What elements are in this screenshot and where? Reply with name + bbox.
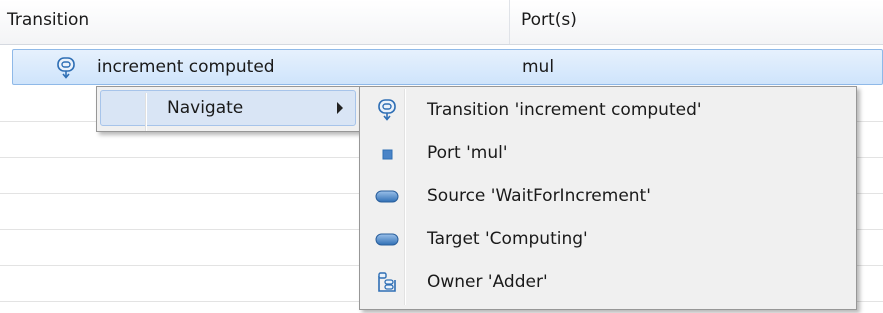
submenu-item-label: Owner 'Adder' [427,272,548,292]
submenu-item-label: Target 'Computing' [427,229,588,249]
submenu-item-port[interactable]: Port 'mul' [363,132,853,174]
transition-table: Transition Port(s) increment computed mu… [0,0,883,313]
submenu-item-label: Port 'mul' [427,143,508,163]
owner-icon [375,271,399,293]
column-header-ports[interactable]: Port(s) [521,0,883,44]
port-name: mul [522,57,555,77]
column-header-transition[interactable]: Transition [0,0,510,44]
table-row-selected[interactable]: increment computed mul [12,49,883,85]
submenu-item-source[interactable]: Source 'WaitForIncrement' [363,175,853,217]
transition-icon [375,99,399,121]
submenu-item-label: Source 'WaitForIncrement' [427,186,651,206]
submenu-item-label: Transition 'increment computed' [427,100,702,120]
state-icon [375,185,399,207]
transition-name: increment computed [97,57,275,77]
table-header: Transition Port(s) [0,0,883,45]
transition-icon [55,57,77,79]
menu-item-navigate[interactable]: Navigate [100,90,356,131]
submenu-item-transition[interactable]: Transition 'increment computed' [363,89,853,131]
state-icon [375,228,399,250]
submenu-arrow-icon [337,102,343,114]
context-menu: Navigate [96,86,360,132]
port-icon [375,142,399,164]
menu-item-navigate-label: Navigate [167,98,244,118]
menu-gutter [145,93,147,131]
navigate-submenu: Transition 'increment computed' Port 'mu… [359,86,857,310]
submenu-item-owner[interactable]: Owner 'Adder' [363,261,853,303]
submenu-item-target[interactable]: Target 'Computing' [363,218,853,260]
